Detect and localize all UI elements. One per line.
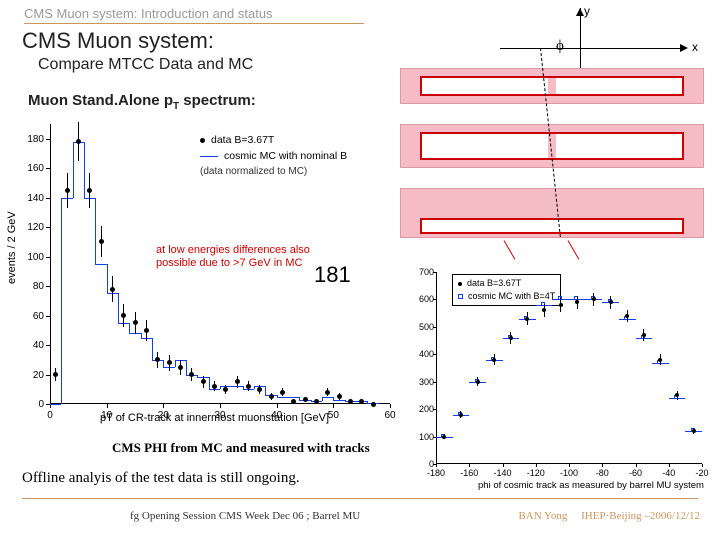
pt-spectrum-plot: events / 2 GeV pT of CR-track at innermo…	[10, 114, 400, 434]
phi-caption: CMS PHI from MC and measured with tracks	[112, 440, 370, 456]
legend-norm: (data normalized to MC)	[200, 164, 347, 180]
ongoing-text: Offline analyis of the test data is stil…	[22, 470, 300, 487]
footer-inst: IHEP·Beijing –2006/12/12	[581, 510, 700, 522]
footer-right: BAN Yong IHEP·Beijing –2006/12/12	[518, 510, 700, 522]
pt-plot-legend: data B=3.67T cosmic MC with nominal B (d…	[200, 132, 347, 180]
phi-plot: phi of cosmic track as measured by barre…	[408, 262, 708, 492]
diagram-axis-x-label: x	[692, 40, 698, 54]
phi-legend-data: data B=3.67T	[467, 278, 521, 288]
footer-divider	[22, 498, 698, 499]
page-header: CMS Muon system: Introduction and status	[24, 6, 364, 24]
phi-legend-mc: cosmic MC with B=4T	[468, 291, 555, 301]
phi-plot-xlabel: phi of cosmic track as measured by barre…	[478, 480, 704, 491]
section-text-a: Muon Stand.Alone p	[28, 92, 173, 109]
annotation-181: 181	[314, 262, 351, 288]
legend-data: data B=3.67T	[211, 134, 274, 146]
pt-plot-ylabel: events / 2 GeV	[6, 211, 18, 284]
annotation-red-1: at low energies differences also	[156, 244, 310, 257]
footer-author: BAN Yong	[518, 510, 567, 522]
detector-diagram: y ϕ x	[400, 8, 704, 248]
section-text-b: spectrum:	[179, 92, 256, 109]
annotation-red-2: possible due to >7 GeV in MC	[156, 257, 302, 270]
section-heading: Muon Stand.Alone pT spectrum:	[28, 92, 256, 112]
subtitle: Compare MTCC Data and MC	[38, 56, 253, 74]
legend-mc: cosmic MC with nominal B	[224, 150, 347, 162]
footer-left: fg Opening Session CMS Week Dec 06 ; Bar…	[130, 510, 360, 522]
main-title: CMS Muon system:	[22, 28, 214, 54]
diagram-phi-label: ϕ	[556, 38, 564, 55]
diagram-axis-y-label: y	[584, 4, 590, 18]
